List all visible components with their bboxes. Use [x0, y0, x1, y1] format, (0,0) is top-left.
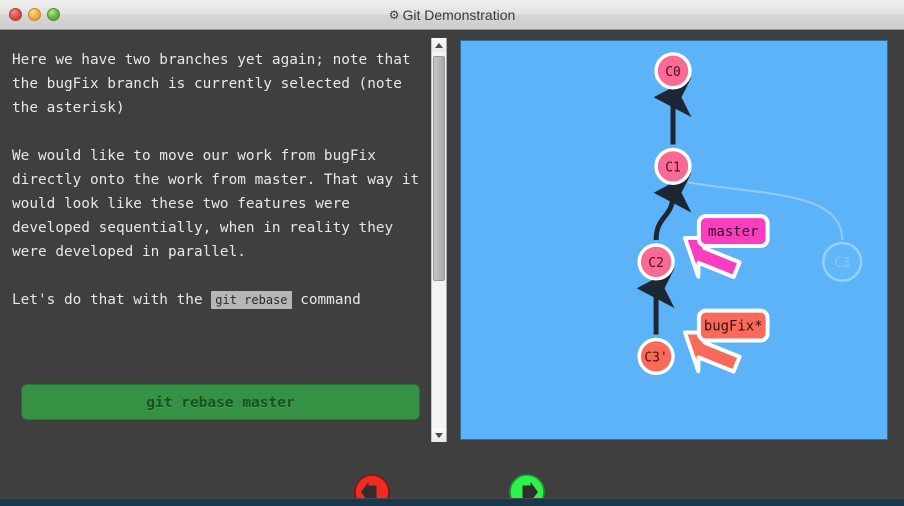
scroll-up-arrow-icon[interactable]: [432, 38, 446, 52]
window-bottom-strip: [0, 498, 904, 506]
window-body: Here we have two branches yet again; not…: [0, 30, 904, 506]
commit-node-c0[interactable]: C0: [654, 52, 692, 90]
branch-label-bugfix-text: bugFix*: [704, 319, 763, 335]
commit-node-c2[interactable]: C2: [637, 243, 675, 281]
edge-c2-to-c1: [653, 172, 692, 241]
lesson-final-suffix: command: [291, 292, 361, 308]
window-titlebar: ⚙ Git Demonstration: [0, 0, 904, 30]
run-command-button[interactable]: git rebase master: [21, 384, 420, 420]
commit-label-c3: C3: [834, 256, 850, 271]
app-window: ⚙ Git Demonstration Here we have two bran…: [0, 0, 904, 506]
lesson-scrollbar[interactable]: [431, 38, 447, 442]
scroll-down-arrow-icon[interactable]: [432, 428, 446, 442]
commit-label-c0: C0: [665, 65, 681, 80]
lesson-paragraph-2: We would like to move our work from bugF…: [12, 148, 428, 260]
commit-label-c2: C2: [648, 256, 664, 271]
lesson-paragraph-1: Here we have two branches yet again; not…: [12, 52, 420, 116]
commit-node-c3-faded: C3: [822, 241, 863, 283]
lesson-text-panel: Here we have two branches yet again; not…: [0, 30, 432, 440]
git-graph-svg: C3 C0 C1 C2 C3' master bugFix*: [636, 52, 863, 376]
commit-label-c1: C1: [665, 160, 681, 175]
lesson-final-prefix: Let's do that with the: [12, 292, 212, 308]
branch-label-master[interactable]: master: [696, 214, 770, 248]
branch-label-bugfix[interactable]: bugFix*: [696, 308, 770, 343]
branch-label-master-text: master: [708, 224, 758, 240]
git-graph-panel: C3 C0 C1 C2 C3' master bugFix*: [460, 40, 888, 440]
gear-icon: ⚙: [388, 8, 400, 22]
window-title: ⚙ Git Demonstration: [0, 0, 904, 30]
window-title-text: Git Demonstration: [402, 7, 516, 23]
commit-label-c3-prime: C3': [644, 350, 667, 365]
scroll-thumb[interactable]: [433, 56, 445, 281]
commit-node-c3-prime[interactable]: C3': [637, 337, 675, 376]
commit-node-c1[interactable]: C1: [654, 147, 692, 186]
inline-code-git-rebase: git rebase: [211, 291, 292, 309]
lesson-paragraph-3: Let's do that with the git rebase comman…: [12, 288, 420, 312]
